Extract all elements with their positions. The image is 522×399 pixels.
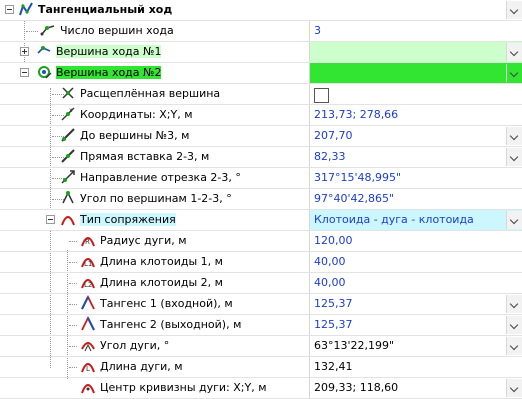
property-label: Длина клотоиды 1, м bbox=[100, 255, 223, 268]
property-label: Расщеплённая вершина bbox=[80, 87, 221, 100]
arc-length-icon: L bbox=[81, 363, 95, 373]
property-row[interactable]: L1 Длина клотоиды 1, м 40,00 bbox=[0, 252, 522, 273]
svg-text:L: L bbox=[86, 365, 90, 373]
property-label: Число вершин хода bbox=[60, 24, 174, 37]
property-label: Направление отрезка 2-3, ° bbox=[80, 171, 241, 184]
property-row[interactable]: До вершины №3, м 207,70 bbox=[0, 126, 522, 147]
property-label: Вершина хода №2 bbox=[56, 66, 162, 79]
grid-header-row[interactable]: Тангенциальный ход bbox=[0, 0, 522, 21]
property-value[interactable]: 40,00 bbox=[310, 252, 522, 272]
split-vertex-icon bbox=[62, 87, 74, 99]
property-label: Угол дуги, ° bbox=[100, 339, 170, 352]
property-value[interactable]: 213,73; 278,66 bbox=[310, 105, 522, 125]
clothoid-icon: L2 bbox=[81, 279, 95, 289]
dropdown-button[interactable] bbox=[506, 337, 522, 355]
radius-icon: R bbox=[81, 237, 95, 247]
property-row[interactable]: Расщеплённая вершина bbox=[0, 84, 522, 105]
property-label: Угол по вершинам 1-2-3, ° bbox=[80, 192, 232, 205]
property-value[interactable]: 3 bbox=[310, 21, 522, 41]
property-label: Прямая вставка 2-3, м bbox=[80, 150, 210, 163]
expand-toggle[interactable] bbox=[20, 47, 29, 56]
property-value[interactable]: 132,41 bbox=[310, 357, 522, 377]
svg-text:L2: L2 bbox=[84, 281, 92, 289]
property-value[interactable] bbox=[310, 84, 522, 104]
property-value[interactable]: 82,33 bbox=[310, 147, 522, 167]
property-row[interactable]: Угол по вершинам 1-2-3, ° 97°40'42,865" bbox=[0, 189, 522, 210]
property-row[interactable]: L Длина дуги, м 132,41 bbox=[0, 357, 522, 378]
property-value[interactable]: 317°15'48,995" bbox=[310, 168, 522, 188]
property-value[interactable]: 97°40'42,865" bbox=[310, 189, 522, 209]
dropdown-button[interactable] bbox=[506, 127, 522, 145]
conjugation-type-icon bbox=[61, 216, 75, 226]
distance-icon bbox=[61, 128, 75, 142]
property-label: Длина клотоиды 2, м bbox=[100, 276, 223, 289]
svg-text:x: x bbox=[69, 107, 73, 114]
property-row[interactable]: Угол дуги, ° 63°13'22,199" bbox=[0, 336, 522, 357]
coordinates-icon: x bbox=[61, 107, 75, 121]
property-value[interactable]: 120,00 bbox=[310, 231, 522, 251]
vertex-target-icon bbox=[38, 66, 52, 79]
grid-title: Тангенциальный ход bbox=[38, 3, 173, 16]
dropdown-button[interactable] bbox=[506, 148, 522, 166]
dropdown-button[interactable] bbox=[506, 379, 522, 397]
property-row[interactable]: x Координаты: X;Y, м 213,73; 278,66 bbox=[0, 105, 522, 126]
property-value[interactable] bbox=[310, 42, 522, 62]
property-label: Тангенс 2 (выходной), м bbox=[100, 318, 242, 331]
angle-icon bbox=[62, 191, 74, 204]
tangent-in-icon bbox=[81, 295, 95, 310]
direction-icon bbox=[61, 170, 75, 184]
vertex-icon bbox=[37, 46, 51, 54]
property-value[interactable]: 207,70 bbox=[310, 126, 522, 146]
collapse-toggle[interactable] bbox=[46, 215, 55, 224]
property-grid: Тангенциальный ход Число вершин хода 3 В… bbox=[0, 0, 522, 399]
property-label: Тип сопряжения bbox=[80, 213, 176, 226]
property-label: Длина дуги, м bbox=[100, 360, 183, 373]
svg-text:L1: L1 bbox=[84, 260, 92, 268]
property-row[interactable]: Тип сопряжения Клотоида - дуга - клотоид… bbox=[0, 210, 522, 231]
arc-angle-icon bbox=[81, 342, 95, 352]
property-row[interactable]: Тангенс 1 (входной), м 125,37 bbox=[0, 294, 522, 315]
property-value[interactable]: 125,37 bbox=[310, 315, 522, 335]
dropdown-button[interactable] bbox=[506, 316, 522, 334]
property-value[interactable]: 125,37 bbox=[310, 294, 522, 314]
property-row[interactable]: Вершина хода №1 bbox=[0, 42, 522, 63]
clothoid-icon: L1 bbox=[81, 258, 95, 268]
property-value[interactable]: 40,00 bbox=[310, 273, 522, 293]
split-vertex-checkbox[interactable] bbox=[314, 88, 329, 103]
collapse-toggle[interactable] bbox=[5, 5, 14, 14]
dropdown-button[interactable] bbox=[506, 295, 522, 313]
property-value[interactable]: Клотоида - дуга - клотоида bbox=[310, 210, 522, 230]
traverse-route-icon bbox=[19, 2, 33, 16]
property-row[interactable]: Тангенс 2 (выходной), м 125,37 bbox=[0, 315, 522, 336]
property-label: Тангенс 1 (входной), м bbox=[100, 297, 233, 310]
property-label: Центр кривизны дуги: X;Y, м bbox=[100, 381, 267, 394]
property-row[interactable]: Прямая вставка 2-3, м 82,33 bbox=[0, 147, 522, 168]
property-label: Радиус дуги, м bbox=[100, 234, 187, 247]
property-row[interactable]: L2 Длина клотоиды 2, м 40,00 bbox=[0, 273, 522, 294]
dropdown-button[interactable] bbox=[506, 43, 522, 61]
property-label: Вершина хода №1 bbox=[56, 45, 162, 58]
property-label: До вершины №3, м bbox=[80, 129, 190, 142]
property-value[interactable]: 63°13'22,199" bbox=[310, 336, 522, 356]
collapse-toggle[interactable] bbox=[20, 68, 29, 77]
property-row[interactable]: R Радиус дуги, м 120,00 bbox=[0, 231, 522, 252]
property-row-selected[interactable]: Вершина хода №2 bbox=[0, 63, 522, 84]
dropdown-button[interactable] bbox=[506, 1, 522, 19]
property-label: Координаты: X;Y, м bbox=[80, 108, 193, 121]
tangent-out-icon bbox=[81, 316, 95, 331]
property-row[interactable]: Центр кривизны дуги: X;Y, м 209,33; 118,… bbox=[0, 378, 522, 399]
property-row[interactable]: Число вершин хода 3 bbox=[0, 21, 522, 42]
curvature-center-icon bbox=[81, 384, 95, 394]
svg-text:R: R bbox=[85, 238, 90, 246]
straight-segment-icon bbox=[61, 149, 75, 163]
property-value[interactable]: 209,33; 118,60 bbox=[310, 378, 522, 398]
dropdown-button[interactable] bbox=[506, 64, 522, 82]
dropdown-button[interactable] bbox=[506, 211, 522, 229]
property-row[interactable]: Направление отрезка 2-3, ° 317°15'48,995… bbox=[0, 168, 522, 189]
property-value[interactable] bbox=[310, 63, 522, 83]
vertex-count-icon bbox=[40, 25, 55, 36]
